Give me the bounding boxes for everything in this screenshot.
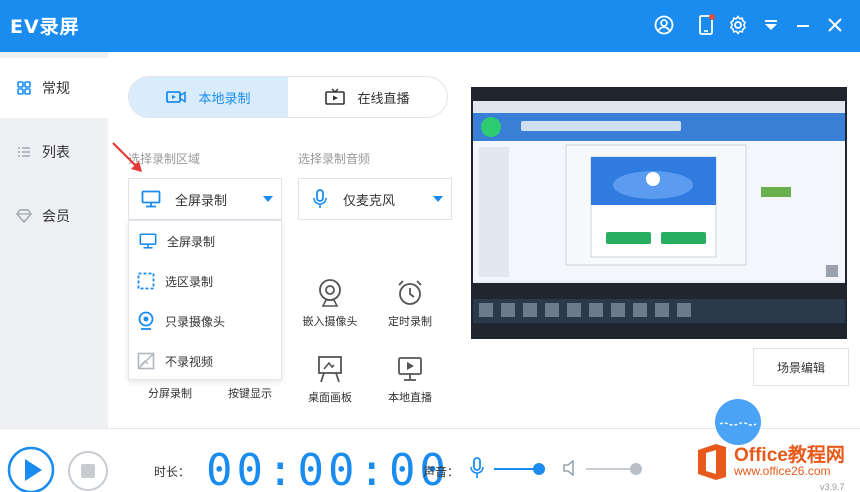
key-display-button[interactable]: 按键显示 xyxy=(228,385,272,401)
tool-label: 嵌入摄像头 xyxy=(302,315,358,328)
option-region[interactable]: 选区录制 xyxy=(129,261,281,301)
desktop-preview-image xyxy=(471,87,847,339)
no-video-icon xyxy=(137,352,155,370)
option-label: 不录视频 xyxy=(165,354,214,369)
red-arrow-icon xyxy=(112,142,142,172)
desktop-board-button[interactable]: 桌面画板 xyxy=(294,352,366,412)
monitor-icon xyxy=(139,232,157,250)
sidebar-item-list[interactable]: 列表 xyxy=(0,122,108,182)
tool-label: 本地直播 xyxy=(388,391,432,404)
speaker-volume-slider[interactable] xyxy=(586,468,636,470)
record-icon xyxy=(166,89,187,105)
tab-local-record[interactable]: 本地录制 xyxy=(129,77,288,117)
minimize-icon[interactable] xyxy=(790,12,816,38)
record-audio-label: 选择录制音频 xyxy=(298,152,371,166)
scene-edit-button[interactable]: 场景编辑 xyxy=(753,348,849,386)
camera-icon xyxy=(137,311,155,331)
timed-record-button[interactable]: 定时录制 xyxy=(374,276,446,336)
watermark-url: www.office26.com xyxy=(734,464,831,478)
speaker-volume-knob[interactable] xyxy=(630,463,642,475)
office-logo-icon xyxy=(698,444,726,480)
speaker-icon[interactable] xyxy=(562,459,580,477)
mic-volume-knob[interactable] xyxy=(533,463,545,475)
local-live-button[interactable]: 本地直播 xyxy=(374,352,446,412)
gear-icon[interactable] xyxy=(725,12,751,38)
duration-label: 时长： xyxy=(154,465,191,479)
chevron-down-icon xyxy=(263,196,273,202)
webcam-icon xyxy=(317,276,343,310)
tool-label: 桌面画板 xyxy=(308,391,352,404)
watermark-brand: Office教程网 xyxy=(734,445,845,466)
sidebar-item-general[interactable]: 常规 xyxy=(0,58,108,118)
record-area-value: 全屏录制 xyxy=(175,193,228,209)
grid-icon xyxy=(16,80,32,96)
live-icon xyxy=(396,352,424,386)
tool-label: 定时录制 xyxy=(388,315,432,328)
record-audio-value: 仅麦克风 xyxy=(343,193,396,209)
diamond-icon xyxy=(16,208,32,224)
close-icon[interactable] xyxy=(822,12,848,38)
app-title: EV录屏 xyxy=(10,16,80,38)
option-label: 全屏录制 xyxy=(167,234,216,249)
record-area-select[interactable]: 全屏录制 xyxy=(128,178,282,220)
tv-icon xyxy=(325,88,346,106)
user-icon[interactable] xyxy=(651,12,677,38)
sound-label: 声音： xyxy=(423,465,460,479)
chevron-down-icon xyxy=(433,196,443,202)
sidebar-item-label: 列表 xyxy=(42,145,70,161)
option-label: 选区录制 xyxy=(165,274,214,289)
monitor-icon xyxy=(141,190,161,208)
tab-label: 在线直播 xyxy=(357,91,410,107)
microphone-icon xyxy=(311,189,329,209)
sidebar-item-label: 会员 xyxy=(42,209,70,225)
sidebar-item-label: 常规 xyxy=(42,81,70,97)
list-icon xyxy=(16,144,32,160)
option-no-video[interactable]: 不录视频 xyxy=(129,341,281,381)
stop-button[interactable] xyxy=(66,449,110,492)
record-area-dropdown: 全屏录制 选区录制 只录摄像头 不录视频 xyxy=(128,220,282,380)
main-panel: 本地录制 在线直播 选择录制区域 选择录制音频 全屏录制 仅麦克风 全屏录制 选… xyxy=(108,52,860,428)
option-label: 只录摄像头 xyxy=(165,314,226,329)
sidebar: 常规 列表 会员 xyxy=(0,52,108,428)
timer-display: 00:00:00 xyxy=(206,445,450,492)
option-fullscreen[interactable]: 全屏录制 xyxy=(129,221,281,261)
play-button[interactable] xyxy=(6,445,56,492)
microphone-icon[interactable] xyxy=(469,457,485,479)
phone-icon[interactable] xyxy=(693,12,719,38)
dropdown-menu-icon[interactable] xyxy=(758,12,784,38)
selection-icon xyxy=(137,272,155,290)
tab-label: 本地录制 xyxy=(198,91,251,107)
alarm-icon xyxy=(396,276,424,310)
record-audio-select[interactable]: 仅麦克风 xyxy=(298,178,452,220)
option-camera-only[interactable]: 只录摄像头 xyxy=(129,301,281,341)
tab-online-live[interactable]: 在线直播 xyxy=(288,77,447,117)
sidebar-item-member[interactable]: 会员 xyxy=(0,186,108,246)
version-label: v3.9.7 xyxy=(820,482,845,492)
embed-camera-button[interactable]: 嵌入摄像头 xyxy=(294,276,366,336)
easel-icon xyxy=(316,352,344,386)
mode-tabs: 本地录制 在线直播 xyxy=(128,76,448,118)
split-record-button[interactable]: 分屏录制 xyxy=(148,385,192,401)
title-bar: EV录屏 xyxy=(0,0,860,52)
preview-window xyxy=(471,87,847,339)
